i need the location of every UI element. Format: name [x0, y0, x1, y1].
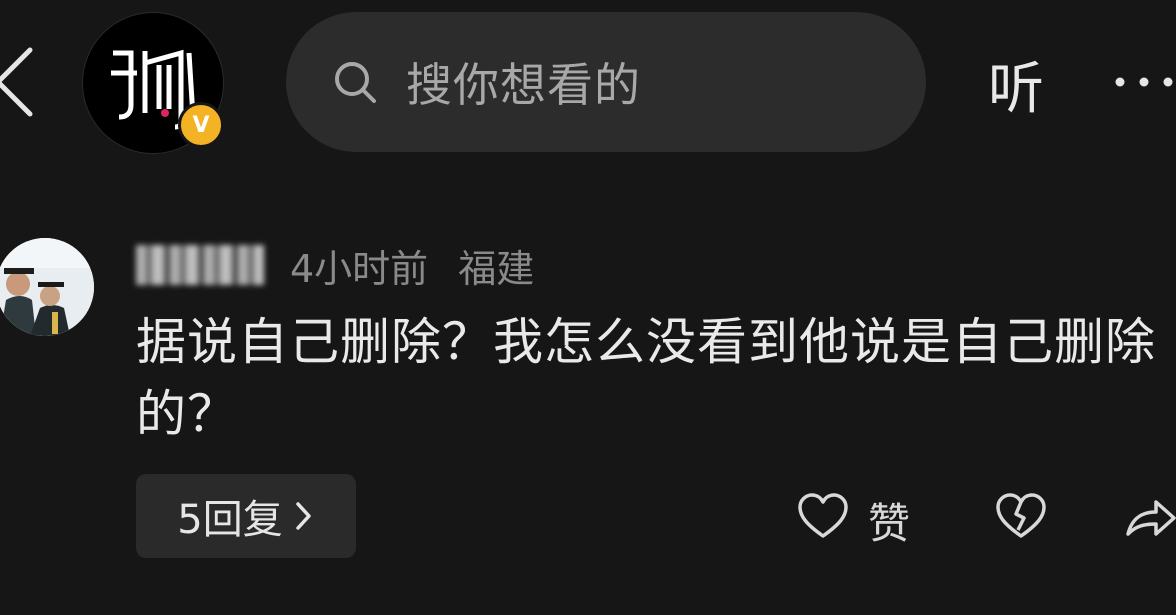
like-label[interactable]: 赞 — [868, 490, 910, 551]
username-redacted — [136, 245, 264, 285]
commenter-avatar-image — [0, 238, 94, 336]
commenter-avatar[interactable] — [0, 238, 94, 336]
author-avatar-wrap[interactable]: V — [82, 12, 224, 154]
heart-icon[interactable] — [796, 490, 850, 542]
chevron-right-icon — [295, 502, 311, 530]
comment-screen: V 搜你想看的 听 4小时前 福建 据说自己删除？我怎么没看到他说是自己删除的？… — [0, 0, 1176, 615]
search-placeholder: 搜你想看的 — [406, 58, 641, 112]
comment-text: 据说自己删除？我怎么没看到他说是自己删除的？ — [136, 313, 1156, 443]
comment-time: 4小时前 — [290, 246, 429, 291]
broken-heart-icon[interactable] — [994, 490, 1048, 542]
share-icon[interactable] — [1124, 490, 1176, 542]
back-icon[interactable] — [0, 42, 40, 122]
search-bar[interactable]: 搜你想看的 — [286, 12, 926, 152]
replies-button[interactable]: 5回复 — [136, 474, 356, 558]
search-icon — [335, 62, 376, 103]
comment-meta: 4小时前 福建 — [136, 240, 535, 291]
more-icon[interactable] — [1112, 70, 1176, 94]
verified-badge: V — [178, 102, 224, 148]
replies-label: 5回复 — [177, 497, 283, 543]
listen-button[interactable]: 听 — [988, 44, 1044, 125]
comment-location: 福建 — [458, 246, 535, 291]
